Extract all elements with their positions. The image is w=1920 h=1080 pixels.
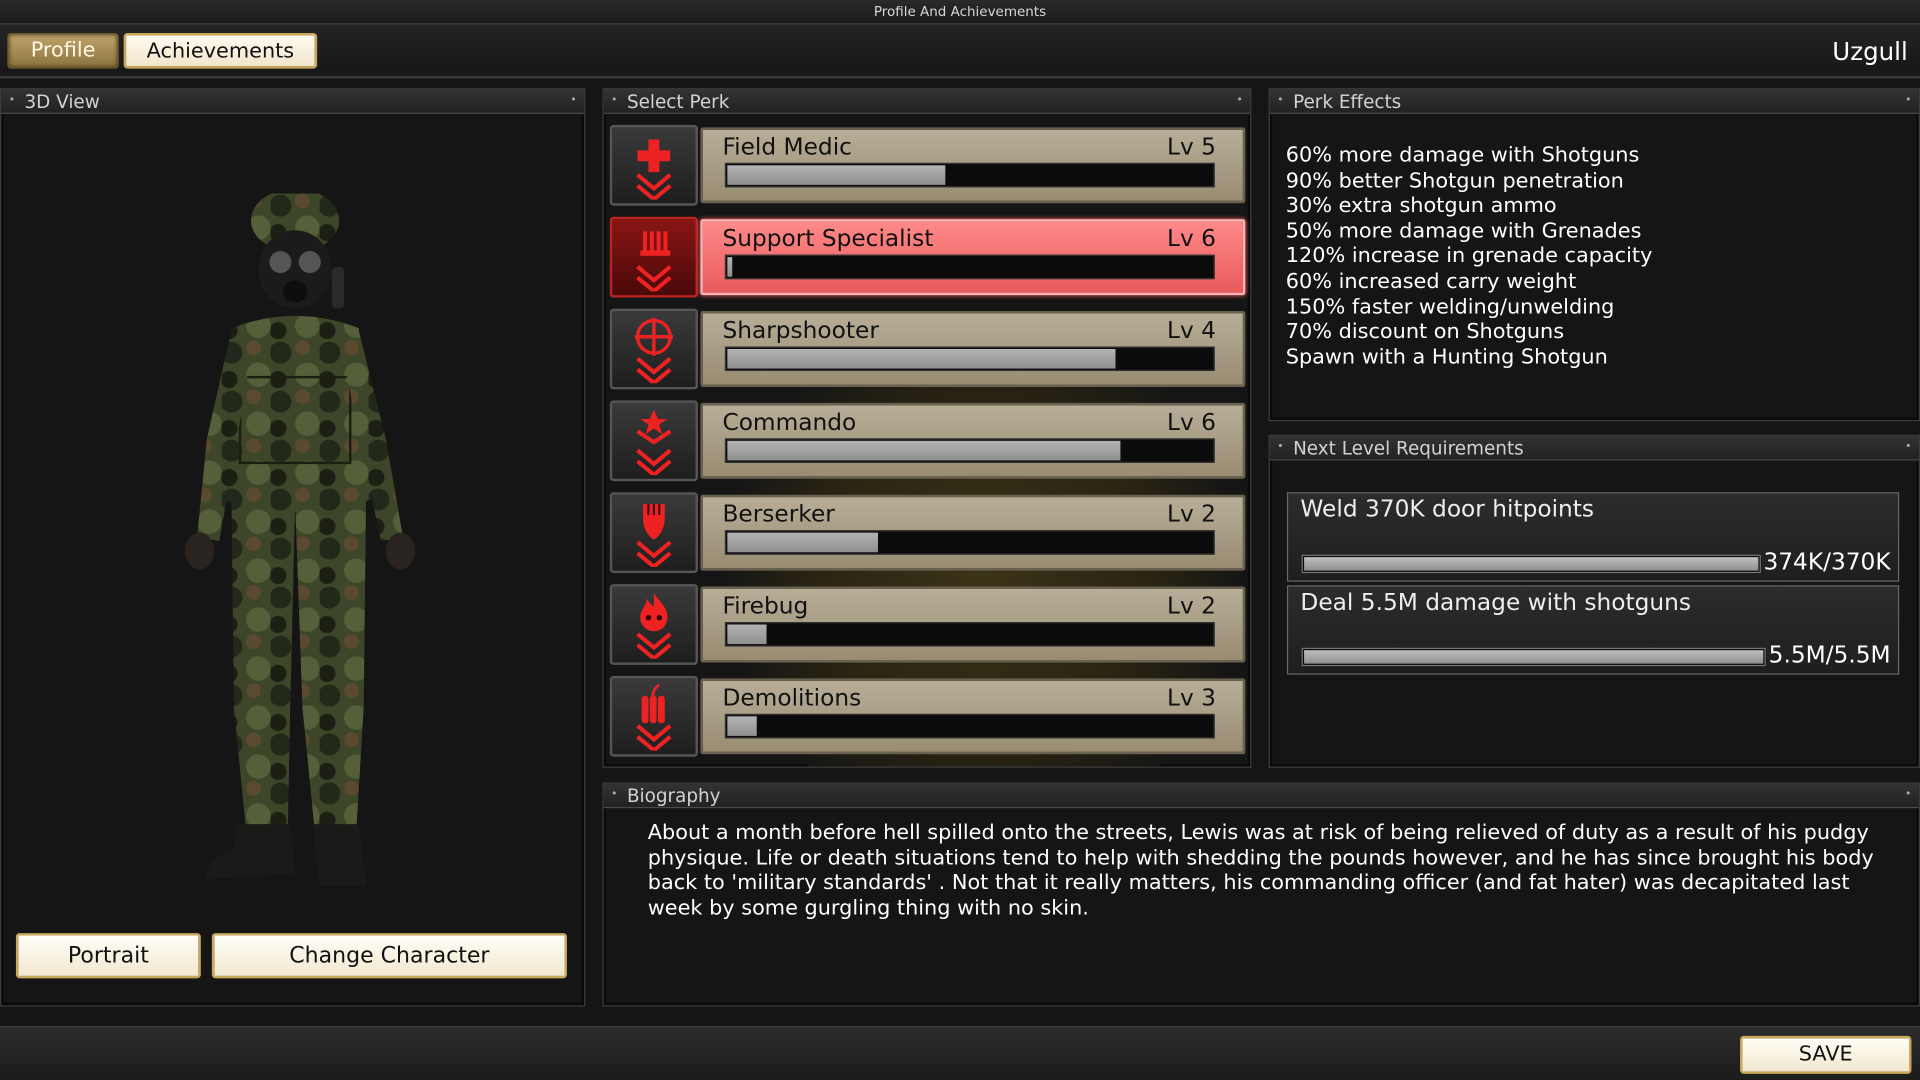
dynamite-icon <box>636 683 672 751</box>
perk-name: Commando <box>722 408 857 436</box>
perk-row[interactable]: Field Medic Lv 5 <box>609 124 1247 207</box>
requirement-progress-bar <box>1301 647 1766 667</box>
perk-progress-fill <box>727 165 946 185</box>
perk-name: Berserker <box>722 500 835 528</box>
perk-name: Demolitions <box>722 684 862 712</box>
perk-progress-fill <box>727 532 878 553</box>
perk-progress-fill <box>727 348 1116 369</box>
panel-title: Next Level Requirements <box>1269 435 1919 461</box>
perk-progress-bar <box>724 530 1215 555</box>
effect-line: 90% better Shotgun penetration <box>1285 168 1624 193</box>
perk-level: Lv 5 <box>1166 133 1216 161</box>
effect-line: 70% discount on Shotguns <box>1285 319 1565 345</box>
effect-line: 120% increase in grenade capacity <box>1285 244 1653 269</box>
tab-profile[interactable]: Profile <box>7 33 119 69</box>
perk-row[interactable]: Commando Lv 6 <box>609 399 1247 482</box>
perk-icon-tile <box>609 675 698 757</box>
perk-info: Berserker Lv 2 <box>700 494 1246 571</box>
portrait-button[interactable]: Portrait <box>15 933 201 979</box>
perk-level: Lv 2 <box>1166 500 1216 528</box>
perk-progress-fill <box>727 624 767 645</box>
perk-progress-fill <box>727 257 733 277</box>
panel-title: Select Perk <box>603 89 1251 114</box>
panel-title: 3D View <box>1 88 585 114</box>
perk-info: Demolitions Lv 3 <box>700 678 1246 755</box>
perk-row[interactable]: Firebug Lv 2 <box>609 583 1247 666</box>
perk-level: Lv 2 <box>1166 592 1216 620</box>
perk-progress-bar <box>724 254 1215 280</box>
perk-info: Firebug Lv 2 <box>700 586 1246 663</box>
effect-line: 60% more damage with Shotguns <box>1285 143 1640 168</box>
requirement-item: Weld 370K door hitpoints 374K/370K <box>1286 492 1900 582</box>
perk-level: Lv 6 <box>1166 408 1216 436</box>
requirement-value: 5.5M/5.5M <box>1768 641 1891 669</box>
perk-info: Commando Lv 6 <box>700 402 1246 479</box>
biography-text: About a month before hell spilled onto t… <box>647 820 1874 921</box>
perk-progress-bar <box>724 162 1215 188</box>
perk-progress-bar <box>724 438 1215 463</box>
perk-name: Firebug <box>722 592 809 620</box>
requirement-item: Deal 5.5M damage with shotguns 5.5M/5.5M <box>1286 585 1900 675</box>
perk-row[interactable]: Support Specialist Lv 6 <box>609 216 1247 299</box>
panel-title: Perk Effects <box>1269 88 1919 114</box>
top-toolbar: Profile Achievements Uzgull <box>0 24 1920 79</box>
perk-level: Lv 6 <box>1166 225 1216 253</box>
requirement-value: 374K/370K <box>1763 548 1891 576</box>
perk-name: Field Medic <box>722 133 852 161</box>
effect-line: 60% increased carry weight <box>1285 269 1577 294</box>
perk-icon-tile <box>609 308 698 390</box>
perk-icon-tile <box>609 216 698 298</box>
perk-name: Support Specialist <box>722 225 934 253</box>
perk-progress-bar <box>724 346 1215 372</box>
fist-icon <box>636 504 672 567</box>
perk-progress-fill <box>727 716 757 736</box>
window-title: Profile And Achievements <box>0 0 1920 25</box>
effect-line: 50% more damage with Grenades <box>1285 218 1642 244</box>
perk-icon-tile <box>609 584 698 665</box>
requirement-progress-fill <box>1304 557 1759 571</box>
perk-icon-tile <box>609 492 698 574</box>
flame-skull-icon <box>636 593 672 659</box>
requirement-progress-bar <box>1301 554 1761 574</box>
player-name: Uzgull <box>1832 36 1908 67</box>
perk-progress-fill <box>727 440 1121 461</box>
effects-list: 60% more damage with Shotguns 90% better … <box>1286 143 1653 370</box>
ammo-belt-icon <box>636 231 672 292</box>
perk-progress-bar <box>724 622 1215 647</box>
requirement-progress-fill <box>1304 650 1764 664</box>
effect-line: Spawn with a Hunting Shotgun <box>1285 345 1608 370</box>
perk-info: Sharpshooter Lv 4 <box>700 311 1246 387</box>
game-screen: Profile And Achievements Profile Achieve… <box>0 0 1920 1080</box>
perk-progress-bar <box>724 713 1215 739</box>
perk-name: Sharpshooter <box>722 317 879 345</box>
perk-row[interactable]: Sharpshooter Lv 4 <box>609 307 1247 390</box>
perk-effects-panel: Perk Effects 60% more damage with Shotgu… <box>1268 88 1920 422</box>
crosshair-icon <box>634 317 673 384</box>
medic-cross-icon <box>636 139 672 200</box>
perk-icon-tile <box>609 124 698 206</box>
requirement-text: Weld 370K door hitpoints <box>1300 495 1595 523</box>
perk-info: Field Medic Lv 5 <box>700 127 1246 204</box>
panel-title: Biography <box>603 782 1919 809</box>
change-character-button[interactable]: Change Character <box>211 933 567 979</box>
bottom-bar: SAVE <box>0 1026 1920 1080</box>
star-chevron-icon <box>636 409 672 476</box>
effect-line: 30% extra shotgun ammo <box>1285 193 1557 219</box>
perk-row[interactable]: Berserker Lv 2 <box>609 491 1247 574</box>
next-level-panel: Next Level Requirements Weld 370K door h… <box>1268 435 1920 768</box>
effect-line: 150% faster welding/unwelding <box>1285 294 1615 320</box>
perk-level: Lv 3 <box>1166 684 1216 712</box>
requirement-text: Deal 5.5M damage with shotguns <box>1300 588 1692 616</box>
perk-info: Support Specialist Lv 6 <box>700 219 1246 296</box>
tab-achievements[interactable]: Achievements <box>123 33 318 69</box>
perk-icon-tile <box>609 400 698 482</box>
biography-panel: Biography About a month before hell spil… <box>602 782 1920 1007</box>
select-perk-panel: Select Perk Field Medic Lv 5 Support Speci… <box>602 88 1252 768</box>
character-view-panel: 3D View <box>0 88 586 1007</box>
soldier-model-image <box>184 193 416 886</box>
perk-level: Lv 4 <box>1166 317 1216 345</box>
save-button[interactable]: SAVE <box>1740 1035 1912 1074</box>
perk-row[interactable]: Demolitions Lv 3 <box>609 675 1247 758</box>
